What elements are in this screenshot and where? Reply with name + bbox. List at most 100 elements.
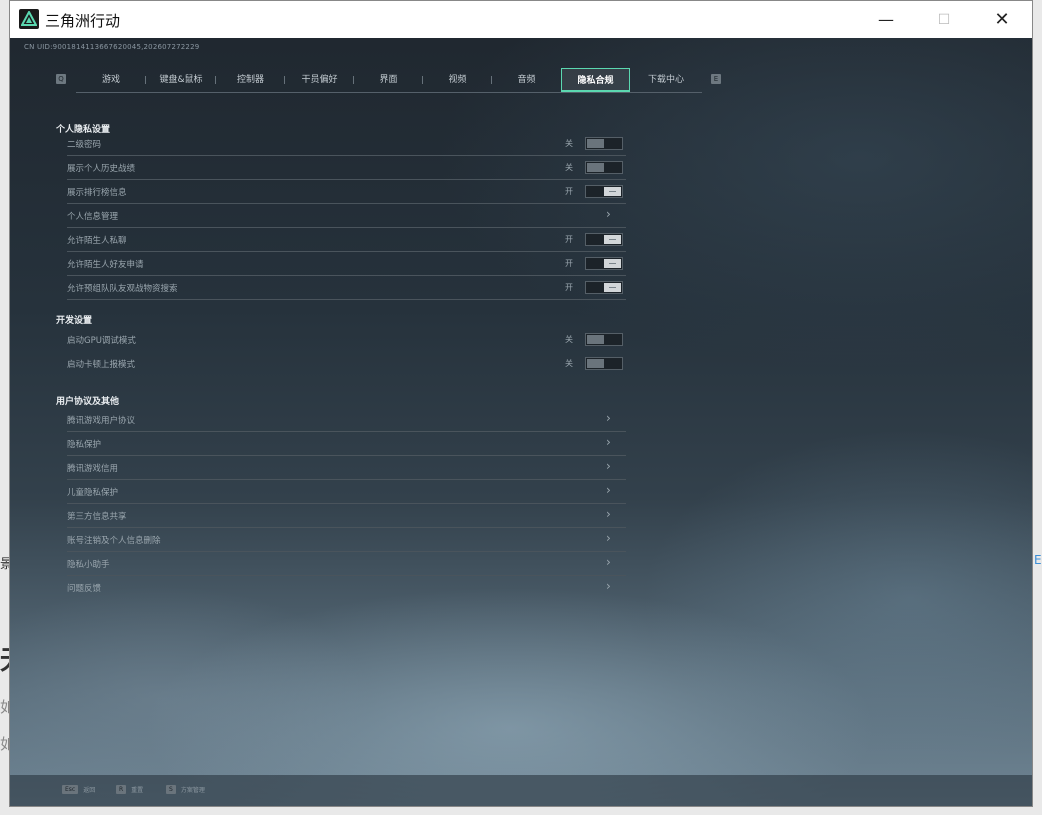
toggle-state-text: 开 — [565, 235, 573, 244]
setting-row-secondary-password[interactable]: 二级密码 关 — [67, 132, 626, 156]
settings-screen: CN UID:9001814113667620045,202607272229 … — [10, 38, 1032, 806]
close-button[interactable]: ✕ — [973, 1, 1031, 38]
toggle-switch[interactable] — [585, 281, 623, 294]
settings-tab-bar: 游戏 键盘&鼠标 控制器 干员偏好 界面 视频 音频 隐私合规 下载中心 — [76, 68, 702, 93]
tab-next-key[interactable]: E — [711, 74, 721, 84]
chevron-right-icon: › — [606, 579, 611, 593]
link-row-feedback[interactable]: 问题反馈 › — [67, 576, 626, 599]
setting-row-personal-info-management[interactable]: 个人信息管理 › — [67, 204, 626, 228]
tab-operator-preferences[interactable]: 干员偏好 — [285, 68, 354, 92]
chevron-right-icon: › — [606, 507, 611, 521]
uid-label: CN UID:9001814113667620045,202607272229 — [24, 43, 200, 51]
link-row-privacy-protection[interactable]: 隐私保护 › — [67, 432, 626, 456]
tab-interface[interactable]: 界面 — [354, 68, 423, 92]
toggle-switch[interactable] — [585, 233, 623, 246]
maximize-button[interactable]: ☐ — [915, 1, 973, 38]
toggle-knob — [587, 163, 604, 172]
chevron-right-icon: › — [606, 555, 611, 569]
setting-label: 允许陌生人私聊 — [67, 236, 127, 246]
toggle-knob — [604, 259, 621, 268]
toggle-state-text: 关 — [565, 359, 573, 368]
setting-label: 隐私保护 — [67, 440, 102, 450]
link-row-account-deletion[interactable]: 账号注销及个人信息删除 › — [67, 528, 626, 552]
chevron-right-icon: › — [606, 207, 611, 221]
chevron-right-icon: › — [606, 531, 611, 545]
toggle-state-text: 关 — [565, 163, 573, 172]
setting-label: 腾讯游戏信用 — [67, 464, 119, 474]
toggle-switch[interactable] — [585, 357, 623, 370]
toggle-state-text: 开 — [565, 187, 573, 196]
chevron-right-icon: › — [606, 459, 611, 473]
toggle-knob — [604, 187, 621, 196]
setting-row-stranger-chat[interactable]: 允许陌生人私聊 开 — [67, 228, 626, 252]
hint-label: 重置 — [131, 787, 144, 794]
toggle-state-text: 开 — [565, 259, 573, 268]
game-window: 三角洲行动 — ☐ ✕ CN UID:9001814113667620045,2… — [9, 0, 1033, 807]
key-badge: S — [166, 785, 176, 794]
tab-keyboard-mouse[interactable]: 键盘&鼠标 — [146, 68, 216, 92]
tab-controller[interactable]: 控制器 — [216, 68, 285, 92]
toggle-switch[interactable] — [585, 333, 623, 346]
chevron-right-icon: › — [606, 411, 611, 425]
setting-label: 第三方信息共享 — [67, 512, 127, 522]
toggle-knob — [587, 335, 604, 344]
minimize-button[interactable]: — — [857, 1, 915, 38]
setting-label: 问题反馈 — [67, 584, 102, 594]
link-row-game-credit[interactable]: 腾讯游戏信用 › — [67, 456, 626, 480]
setting-label: 个人信息管理 — [67, 212, 119, 222]
toggle-state-text: 关 — [565, 335, 573, 344]
toggle-knob — [587, 139, 604, 148]
chevron-right-icon: › — [606, 483, 611, 497]
link-row-child-privacy[interactable]: 儿童隐私保护 › — [67, 480, 626, 504]
setting-label: 二级密码 — [67, 140, 102, 150]
tab-audio[interactable]: 音频 — [492, 68, 561, 92]
chevron-right-icon: › — [606, 435, 611, 449]
setting-label: 启动卡顿上报模式 — [67, 360, 136, 370]
hint-back[interactable]: Esc 返回 — [62, 785, 95, 794]
setting-row-stutter-report[interactable]: 启动卡顿上报模式 关 — [67, 352, 626, 375]
section-title-dev-settings: 开发设置 — [56, 316, 93, 326]
bottom-hint-bar: Esc 返回 R 重置 S 方案管理 — [10, 775, 1032, 806]
link-row-privacy-assistant[interactable]: 隐私小助手 › — [67, 552, 626, 576]
setting-row-show-history[interactable]: 展示个人历史战绩 关 — [67, 156, 626, 180]
setting-label: 启动GPU调试模式 — [67, 336, 136, 346]
setting-label: 允许预组队队友观战物资搜索 — [67, 284, 178, 294]
title-bar[interactable]: 三角洲行动 — ☐ ✕ — [10, 1, 1032, 38]
hint-scheme-management[interactable]: S 方案管理 — [166, 785, 205, 794]
toggle-switch[interactable] — [585, 137, 623, 150]
setting-label: 账号注销及个人信息删除 — [67, 536, 161, 546]
toggle-state-text: 开 — [565, 283, 573, 292]
key-badge: R — [116, 785, 127, 794]
link-row-third-party-sharing[interactable]: 第三方信息共享 › — [67, 504, 626, 528]
tab-download-center[interactable]: 下载中心 — [630, 68, 702, 92]
toggle-switch[interactable] — [585, 185, 623, 198]
app-logo-icon — [19, 9, 39, 29]
tab-privacy-compliance[interactable]: 隐私合规 — [561, 68, 630, 92]
setting-label: 允许陌生人好友申请 — [67, 260, 144, 270]
hint-reset[interactable]: R 重置 — [116, 785, 143, 794]
setting-row-stranger-friend-request[interactable]: 允许陌生人好友申请 开 — [67, 252, 626, 276]
hint-label: 返回 — [83, 787, 96, 794]
setting-row-teammate-spectate-search[interactable]: 允许预组队队友观战物资搜索 开 — [67, 276, 626, 300]
window-title: 三角洲行动 — [45, 12, 121, 30]
section-title-agreements: 用户协议及其他 — [56, 397, 120, 407]
setting-row-show-leaderboard[interactable]: 展示排行榜信息 开 — [67, 180, 626, 204]
link-row-user-agreement[interactable]: 腾讯游戏用户协议 › — [67, 408, 626, 432]
toggle-switch[interactable] — [585, 161, 623, 174]
setting-label: 隐私小助手 — [67, 560, 110, 570]
tab-prev-key[interactable]: Q — [56, 74, 66, 84]
toggle-switch[interactable] — [585, 257, 623, 270]
tab-game[interactable]: 游戏 — [76, 68, 146, 92]
tab-video[interactable]: 视频 — [423, 68, 492, 92]
setting-label: 儿童隐私保护 — [67, 488, 119, 498]
setting-label: 展示排行榜信息 — [67, 188, 127, 198]
hint-label: 方案管理 — [180, 787, 205, 794]
key-badge: Esc — [62, 785, 79, 794]
toggle-knob — [604, 235, 621, 244]
toggle-knob — [604, 283, 621, 292]
toggle-state-text: 关 — [565, 139, 573, 148]
setting-row-gpu-debug[interactable]: 启动GPU调试模式 关 — [67, 328, 626, 351]
setting-label: 展示个人历史战绩 — [67, 164, 136, 174]
toggle-knob — [587, 359, 604, 368]
background-text-fragment: E — [1034, 553, 1042, 567]
